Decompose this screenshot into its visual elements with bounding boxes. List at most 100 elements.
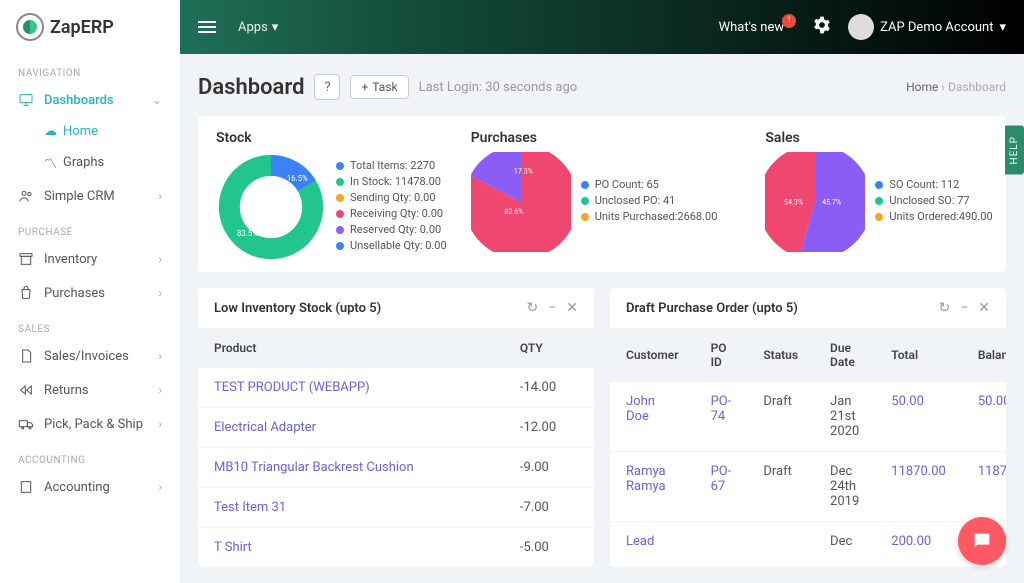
users-icon [18,188,34,204]
sidebar-item-pickpack[interactable]: Pick, Pack & Ship › [0,407,180,441]
menu-toggle-icon[interactable] [198,21,216,33]
nav-section: ACCOUNTING [0,441,180,470]
chart-stock: Stock 16.5% 83.5% Total Items: 2270 In S… [216,130,447,262]
page-header: Dashboard ? +Task Last Login: 30 seconds… [198,74,1006,100]
pie-chart: 54.3% 45.7% [765,152,865,252]
chart-sales: Sales 54.3% 45.7% SO Count: 112 Unclosed… [765,130,992,262]
whats-new[interactable]: What's new 1 [719,20,797,35]
chart-purchases: Purchases 17.3% 82.6% PO Count: 65 Unclo… [471,130,718,262]
whats-new-label: What's new [719,20,785,35]
chart-legend: SO Count: 112 Unclosed SO: 77 Units Orde… [875,178,992,226]
table-row: John DoePO-74DraftJan 21st 202050.0050.0… [610,382,1006,452]
chart-legend: Total Items: 2270 In Stock: 11478.00 Sen… [336,159,447,255]
svg-text:82.6%: 82.6% [504,207,523,216]
close-icon[interactable]: ✕ [566,300,578,316]
chevron-down-icon: ▾ [999,20,1006,35]
apps-label: Apps [238,20,268,35]
help-tab[interactable]: HELP [1005,126,1024,175]
donut-chart: 16.5% 83.5% [216,152,326,262]
chart-title: Sales [765,130,992,146]
sidebar-item-sales[interactable]: Sales/Invoices › [0,339,180,373]
refresh-icon[interactable]: ↻ [527,300,539,316]
panel-title: Low Inventory Stock (upto 5) [214,301,381,316]
bag-icon [18,285,34,301]
plus-icon: + [361,80,368,94]
gear-icon[interactable] [812,15,832,39]
book-icon [18,479,34,495]
minimize-icon[interactable]: − [548,300,556,316]
brand-name: ZapERP [50,17,114,38]
cloud-icon: ☁ [44,124,57,139]
logo-icon [16,13,44,41]
logo[interactable]: ZapERP [0,0,180,54]
svg-text:17.3%: 17.3% [514,166,533,175]
pie-chart: 17.3% 82.6% [471,152,571,252]
table-row: MB10 Triangular Backrest Cushion-9.00 [198,448,594,488]
chevron-right-icon: › [941,80,948,94]
table-row: T Shirt-5.00 [198,528,594,568]
svg-text:45.7%: 45.7% [823,197,842,206]
archive-icon [18,251,34,267]
charts-row: HELP Stock 16.5% 83.5% Total Items: 2270… [198,116,1006,272]
chevron-down-icon: ▾ [272,20,279,35]
sidebar-item-dashboards[interactable]: Dashboards ⌄ [0,83,180,117]
chart-title: Purchases [471,130,718,146]
file-icon [18,348,34,364]
topbar: ZapERP Apps ▾ What's new 1 ZAP Demo Acco… [0,0,1024,54]
account-menu[interactable]: ZAP Demo Account ▾ [848,14,1006,40]
chevron-right-icon: › [158,252,162,266]
chart-title: Stock [216,130,447,146]
svg-text:54.3%: 54.3% [784,197,803,206]
breadcrumb-current: Dashboard [948,80,1006,94]
main-content: Dashboard ? +Task Last Login: 30 seconds… [180,54,1024,583]
apps-menu[interactable]: Apps ▾ [238,20,278,35]
close-icon[interactable]: ✕ [978,300,990,316]
chevron-right-icon: › [158,480,162,494]
chat-icon [971,530,993,552]
sidebar-sub-home[interactable]: ☁Home [44,117,180,146]
minimize-icon[interactable]: − [960,300,968,316]
refresh-icon[interactable]: ↻ [939,300,951,316]
nav-section: SALES [0,310,180,339]
table-row: LeadDec200.00200.00 [610,522,1006,562]
nav-section: PURCHASE [0,213,180,242]
topbar-inner: Apps ▾ What's new 1 ZAP Demo Account ▾ [180,0,1024,54]
add-task-button[interactable]: +Task [350,75,408,99]
chat-fab[interactable] [958,517,1006,565]
breadcrumb: Home › Dashboard [906,80,1006,94]
low-inventory-panel: Low Inventory Stock (upto 5) ↻ − ✕ Produ… [198,288,594,567]
nav-section: NAVIGATION [0,54,180,83]
sidebar: NAVIGATION Dashboards ⌄ ☁Home 〽Graphs Si… [0,54,180,583]
last-login: Last Login: 30 seconds ago [419,80,578,95]
table-row: Test Item 31-7.00 [198,488,594,528]
account-name: ZAP Demo Account [880,20,993,35]
draft-po-panel: Draft Purchase Order (upto 5) ↻ − ✕ Cust… [610,288,1006,567]
sidebar-item-accounting[interactable]: Accounting › [0,470,180,504]
table-row: Ramya RamyaPO-67DraftDec 24th 201911870.… [610,452,1006,522]
panel-title: Draft Purchase Order (upto 5) [626,301,798,316]
rewind-icon [18,382,34,398]
draft-po-table: Customer PO ID Status Due Date Total Bal… [610,329,1006,561]
sidebar-item-crm[interactable]: Simple CRM › [0,179,180,213]
notification-badge: 1 [782,14,796,28]
svg-text:83.5%: 83.5% [237,229,258,238]
truck-icon [18,416,34,432]
chevron-down-icon: ⌄ [152,93,162,107]
sidebar-item-purchases[interactable]: Purchases › [0,276,180,310]
monitor-icon [18,92,34,108]
table-row: TEST PRODUCT (WEBAPP)-14.00 [198,368,594,408]
chevron-right-icon: › [158,383,162,397]
low-inventory-table: Product QTY TEST PRODUCT (WEBAPP)-14.00 … [198,329,594,567]
graph-icon: 〽 [44,153,57,172]
page-title: Dashboard [198,75,304,100]
sidebar-item-returns[interactable]: Returns › [0,373,180,407]
avatar [848,14,874,40]
chevron-right-icon: › [158,349,162,363]
help-button[interactable]: ? [314,74,340,100]
chevron-right-icon: › [158,417,162,431]
sidebar-sub-graphs[interactable]: 〽Graphs [44,146,180,179]
chevron-right-icon: › [158,286,162,300]
sidebar-item-inventory[interactable]: Inventory › [0,242,180,276]
breadcrumb-home[interactable]: Home [906,80,938,94]
table-row: Electrical Adapter-12.00 [198,408,594,448]
